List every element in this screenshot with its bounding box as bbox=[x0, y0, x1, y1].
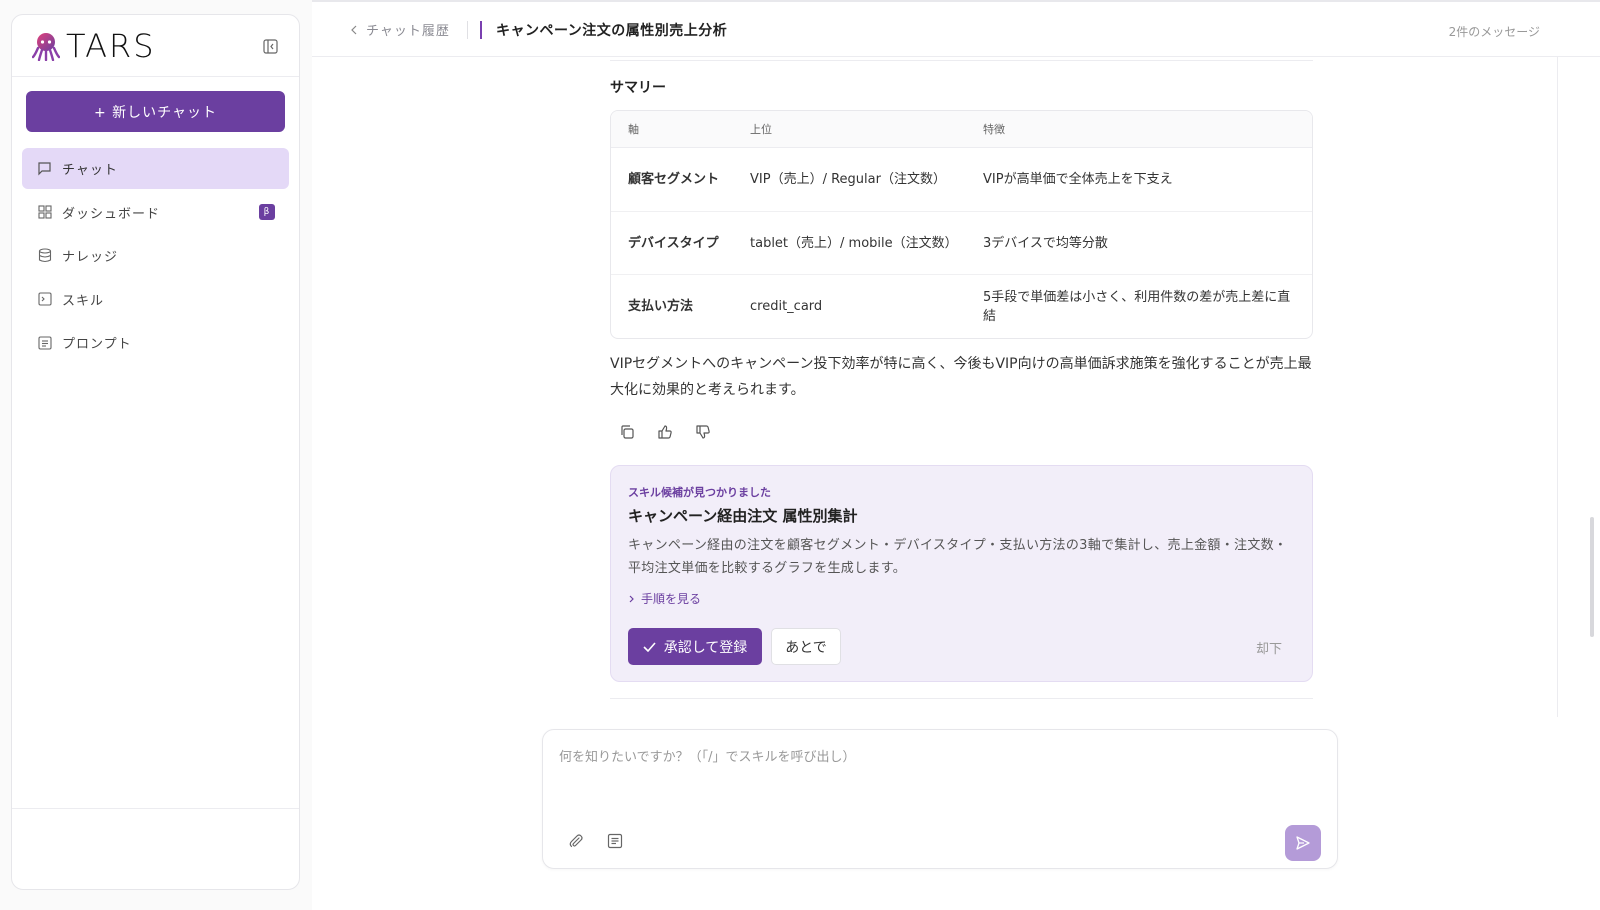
header: チャット履歴 キャンペーン注文の属性別売上分析 2件のメッセージ bbox=[312, 2, 1600, 57]
show-steps-link[interactable]: 手順を見る bbox=[628, 590, 701, 607]
logo-text: TARS bbox=[66, 26, 156, 65]
table-cell: 支払い方法 bbox=[628, 299, 694, 314]
chevron-left-icon bbox=[351, 25, 357, 34]
app-root: TARS + 新しいチャット チャット ダッシュボード β ナレッジ スキル プ… bbox=[0, 0, 1600, 910]
sidebar-item-skills[interactable]: スキル bbox=[22, 279, 289, 320]
sidebar-item-knowledge[interactable]: ナレッジ bbox=[22, 235, 289, 276]
dashboard-icon bbox=[37, 205, 52, 220]
table-row: 支払い方法 credit_card 5手段で単価差は小さく、利用件数の差が売上差… bbox=[611, 275, 1312, 338]
show-steps-label: 手順を見る bbox=[641, 592, 702, 606]
approve-register-button[interactable]: 承認して登録 bbox=[628, 628, 762, 665]
sidebar-collapse-icon bbox=[262, 38, 278, 54]
terminal-icon bbox=[37, 292, 52, 307]
column-header: 上位 bbox=[750, 123, 772, 136]
sidebar-item-label: チャット bbox=[62, 163, 118, 178]
table-cell: tablet（売上）/ mobile（注文数） bbox=[750, 235, 958, 251]
summary-table: 軸 上位 特徴 顧客セグメント VIP（売上）/ Regular（注文数） VI… bbox=[610, 110, 1313, 339]
copy-button[interactable] bbox=[618, 423, 636, 441]
header-divider bbox=[467, 21, 468, 39]
title-accent-bar bbox=[480, 21, 482, 39]
sidebar-item-prompts[interactable]: プロンプト bbox=[22, 322, 289, 363]
collapse-sidebar-button[interactable] bbox=[261, 37, 279, 55]
sidebar-item-label: スキル bbox=[62, 293, 105, 309]
sidebar-header: TARS bbox=[12, 15, 299, 77]
table-cell: 3デバイスで均等分散 bbox=[983, 235, 1108, 251]
octopus-logo-icon bbox=[32, 32, 60, 61]
thumbs-up-button[interactable] bbox=[656, 423, 674, 441]
message-count: 2件のメッセージ bbox=[1448, 25, 1540, 39]
skill-description: キャンペーン経由の注文を顧客セグメント・デバイスタイプ・支払い方法の3軸で集計し… bbox=[628, 538, 1288, 576]
thumbs-down-icon bbox=[696, 425, 710, 439]
chat-icon bbox=[37, 161, 52, 176]
check-icon bbox=[643, 641, 656, 652]
table-cell: デバイスタイプ bbox=[628, 235, 719, 251]
copy-icon bbox=[621, 425, 634, 439]
scrollbar[interactable] bbox=[1590, 517, 1594, 637]
table-cell: 顧客セグメント bbox=[628, 172, 720, 187]
table-row: 顧客セグメント VIP（売上）/ Regular（注文数） VIPが高単価で全体… bbox=[611, 148, 1312, 212]
new-chat-button[interactable]: + 新しいチャット bbox=[26, 91, 285, 132]
prompt-icon bbox=[607, 833, 623, 849]
message-input[interactable] bbox=[559, 746, 1319, 806]
sidebar-item-chat[interactable]: チャット bbox=[22, 148, 289, 189]
send-icon bbox=[1296, 836, 1310, 850]
sidebar-item-label: プロンプト bbox=[62, 337, 132, 352]
chat-main: サマリー 軸 上位 特徴 顧客セグメント VIP（売上）/ Regular（注文… bbox=[312, 57, 1600, 910]
breadcrumb[interactable]: チャット履歴 bbox=[350, 20, 450, 39]
message-actions bbox=[618, 423, 712, 441]
sidebar: TARS + 新しいチャット チャット ダッシュボード β ナレッジ スキル プ… bbox=[11, 14, 300, 890]
logo[interactable]: TARS bbox=[32, 27, 156, 65]
table-cell: VIPが高単価で全体売上を下支え bbox=[983, 172, 1173, 187]
attach-button[interactable] bbox=[568, 833, 586, 851]
table-row: デバイスタイプ tablet（売上）/ mobile（注文数） 3デバイスで均等… bbox=[611, 212, 1312, 275]
sidebar-item-label: ナレッジ bbox=[62, 250, 119, 265]
sidebar-footer-divider bbox=[12, 808, 299, 809]
breadcrumb-label: チャット履歴 bbox=[366, 24, 450, 39]
conclusion-text: VIPセグメントへのキャンペーン投下効率が特に高く、今後もVIP向けの高単価訴求… bbox=[610, 356, 1312, 398]
approve-label: 承認して登録 bbox=[663, 639, 748, 656]
column-header: 軸 bbox=[628, 123, 639, 136]
skill-title: キャンペーン経由注文 属性別集計 bbox=[628, 507, 858, 525]
sidebar-item-label: ダッシュボード bbox=[62, 206, 161, 222]
send-button[interactable] bbox=[1285, 825, 1321, 861]
chevron-right-icon bbox=[629, 595, 634, 602]
reject-button[interactable]: 却下 bbox=[1256, 638, 1282, 657]
prompt-icon bbox=[37, 335, 52, 350]
page-title: キャンペーン注文の属性別売上分析 bbox=[496, 23, 728, 39]
table-header: 軸 上位 特徴 bbox=[611, 111, 1312, 148]
column-header: 特徴 bbox=[983, 123, 1005, 136]
skill-tag: スキル候補が見つかりました bbox=[628, 486, 771, 499]
summary-heading: サマリー bbox=[610, 80, 666, 96]
database-icon bbox=[37, 248, 52, 263]
beta-badge: β bbox=[259, 203, 275, 220]
table-cell: credit_card bbox=[750, 299, 823, 314]
table-cell: VIP（売上）/ Regular（注文数） bbox=[750, 172, 946, 187]
later-button[interactable]: あとで bbox=[771, 628, 841, 665]
divider bbox=[610, 60, 1313, 61]
sidebar-item-dashboard[interactable]: ダッシュボード β bbox=[22, 192, 289, 233]
skill-suggestion-card: スキル候補が見つかりました キャンペーン経由注文 属性別集計 キャンペーン経由の… bbox=[610, 465, 1313, 682]
content-border bbox=[1557, 57, 1558, 717]
table-cell: 5手段で単価差は小さく、利用件数の差が売上差に直結 bbox=[983, 289, 1291, 324]
sidebar-nav: チャット ダッシュボード β ナレッジ スキル プロンプト bbox=[22, 148, 289, 366]
message-composer bbox=[542, 729, 1338, 869]
divider bbox=[610, 698, 1313, 699]
paperclip-icon bbox=[569, 834, 583, 848]
thumbs-down-button[interactable] bbox=[694, 423, 712, 441]
skill-picker-button[interactable] bbox=[607, 833, 625, 851]
thumbs-up-icon bbox=[658, 425, 672, 439]
